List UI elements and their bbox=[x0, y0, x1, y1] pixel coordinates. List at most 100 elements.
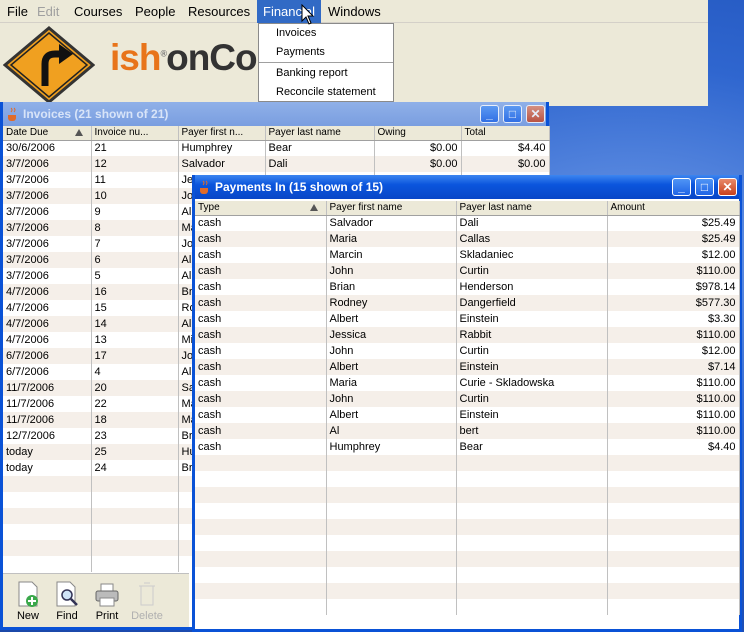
menu-courses[interactable]: Courses bbox=[68, 0, 128, 23]
payment-table-row[interactable]: cash Jessica Rabbit $110.00 bbox=[195, 327, 740, 343]
invoice-table-cell: 3/7/2006 bbox=[3, 156, 92, 172]
payment-table-cell: cash bbox=[195, 359, 327, 375]
payment-table-row[interactable]: cash Rodney Dangerfield $577.30 bbox=[195, 295, 740, 311]
new-button[interactable]: New bbox=[9, 580, 47, 622]
invoice-table-cell: 22 bbox=[91, 396, 179, 412]
invoices-titlebar[interactable]: Invoices (21 shown of 21) _ □ ✕ bbox=[3, 102, 546, 126]
invoice-table-cell: 10 bbox=[91, 188, 179, 204]
payment-column-header[interactable]: Type bbox=[195, 201, 327, 216]
invoice-column-header[interactable]: Date Due bbox=[3, 126, 92, 141]
invoice-column-header[interactable]: Payer last name bbox=[265, 126, 375, 141]
payment-table-cell: John bbox=[326, 391, 457, 407]
invoice-table-cell: 21 bbox=[91, 140, 179, 156]
payment-table-row[interactable]: cash John Curtin $12.00 bbox=[195, 343, 740, 359]
payment-column-header[interactable]: Amount bbox=[607, 201, 740, 216]
payment-table-row[interactable]: cash Albert Einstein $7.14 bbox=[195, 359, 740, 375]
menu-item-reconcile-statement[interactable]: Reconcile statement bbox=[259, 83, 393, 102]
menu-item-payments[interactable]: Payments bbox=[259, 43, 393, 62]
payment-table-cell: cash bbox=[195, 279, 327, 295]
payment-column-header[interactable]: Payer last name bbox=[456, 201, 608, 216]
invoice-table-cell: 3/7/2006 bbox=[3, 172, 92, 188]
close-button[interactable]: ✕ bbox=[718, 178, 737, 196]
maximize-button[interactable]: □ bbox=[503, 105, 522, 123]
payment-table-cell: Curtin bbox=[456, 391, 608, 407]
invoice-table-cell: 7 bbox=[91, 236, 179, 252]
payment-table-cell bbox=[456, 487, 608, 503]
invoice-column-header[interactable]: Payer first n... bbox=[178, 126, 266, 141]
invoice-table-cell: 4/7/2006 bbox=[3, 316, 92, 332]
maximize-button[interactable]: □ bbox=[695, 178, 714, 196]
invoice-table-cell: 6/7/2006 bbox=[3, 348, 92, 364]
invoice-table-row[interactable]: 30/6/2006 21 Humphrey Bear $0.00 $4.40 bbox=[3, 140, 550, 156]
invoice-column-header[interactable]: Total bbox=[461, 126, 550, 141]
payment-table-cell: cash bbox=[195, 295, 327, 311]
payment-table-cell: cash bbox=[195, 375, 327, 391]
payment-table-cell bbox=[195, 535, 327, 551]
payment-column-header[interactable]: Payer first name bbox=[326, 201, 457, 216]
financial-dropdown: Invoices Payments Banking report Reconci… bbox=[258, 23, 394, 102]
invoice-table-cell bbox=[91, 524, 179, 540]
payment-table-cell: Maria bbox=[326, 231, 457, 247]
payment-table-row[interactable]: cash Albert Einstein $3.30 bbox=[195, 311, 740, 327]
payments-titlebar[interactable]: Payments In (15 shown of 15) _ □ ✕ bbox=[195, 175, 739, 199]
payment-table-cell: cash bbox=[195, 391, 327, 407]
invoice-column-header[interactable]: Owing bbox=[374, 126, 462, 141]
payment-table-cell: $110.00 bbox=[607, 327, 740, 343]
find-button[interactable]: Find bbox=[48, 580, 86, 622]
minimize-button[interactable]: _ bbox=[672, 178, 691, 196]
invoice-table-cell: today bbox=[3, 444, 92, 460]
payment-table-cell: cash bbox=[195, 215, 327, 231]
close-button[interactable]: ✕ bbox=[526, 105, 545, 123]
payment-table-row[interactable]: cash Humphrey Bear $4.40 bbox=[195, 439, 740, 455]
menu-windows[interactable]: Windows bbox=[322, 0, 387, 23]
invoice-column-header[interactable]: Invoice nu... bbox=[91, 126, 179, 141]
payment-table-cell: Salvador bbox=[326, 215, 457, 231]
payment-table-cell bbox=[195, 551, 327, 567]
payment-table-cell: Curie - Skladowska bbox=[456, 375, 608, 391]
payment-table-row[interactable]: cash Albert Einstein $110.00 bbox=[195, 407, 740, 423]
payment-table-cell bbox=[456, 551, 608, 567]
menu-resources[interactable]: Resources bbox=[182, 0, 256, 23]
invoice-table-cell: 11/7/2006 bbox=[3, 412, 92, 428]
payment-table-row[interactable]: cash John Curtin $110.00 bbox=[195, 263, 740, 279]
menu-item-banking-report[interactable]: Banking report bbox=[259, 64, 393, 83]
payment-table-cell: $7.14 bbox=[607, 359, 740, 375]
new-document-icon bbox=[18, 581, 38, 607]
invoice-table-cell bbox=[3, 540, 92, 556]
payment-table-cell: $3.30 bbox=[607, 311, 740, 327]
payment-table-cell: $4.40 bbox=[607, 439, 740, 455]
payment-table-cell: Albert bbox=[326, 407, 457, 423]
payment-table-row[interactable]: cash Salvador Dali $25.49 bbox=[195, 215, 740, 231]
invoice-table-cell: $0.00 bbox=[461, 156, 550, 172]
payment-table-row[interactable]: cash Al bert $110.00 bbox=[195, 423, 740, 439]
invoice-table-cell: 30/6/2006 bbox=[3, 140, 92, 156]
payment-table-cell: $978.14 bbox=[607, 279, 740, 295]
menu-people[interactable]: People bbox=[129, 0, 181, 23]
payment-table-row[interactable]: cash Brian Henderson $978.14 bbox=[195, 279, 740, 295]
payment-table-row[interactable]: cash John Curtin $110.00 bbox=[195, 391, 740, 407]
invoice-table-cell: Salvador bbox=[178, 156, 266, 172]
payment-table-row[interactable]: cash Maria Curie - Skladowska $110.00 bbox=[195, 375, 740, 391]
payment-table-row[interactable]: cash Maria Callas $25.49 bbox=[195, 231, 740, 247]
print-button[interactable]: Print bbox=[88, 580, 126, 622]
payment-table-cell: Callas bbox=[456, 231, 608, 247]
payment-table-cell bbox=[607, 503, 740, 519]
menu-item-invoices[interactable]: Invoices bbox=[259, 24, 393, 43]
payment-table-cell: $110.00 bbox=[607, 263, 740, 279]
menu-file[interactable]: File bbox=[1, 0, 34, 23]
invoice-table-row[interactable]: 3/7/2006 12 Salvador Dali $0.00 $0.00 bbox=[3, 156, 550, 172]
invoice-table-cell: 4/7/2006 bbox=[3, 332, 92, 348]
payment-table-cell: Curtin bbox=[456, 263, 608, 279]
invoice-table-cell: today bbox=[3, 460, 92, 476]
payment-table-row[interactable]: cash Marcin Skladaniec $12.00 bbox=[195, 247, 740, 263]
invoice-table-cell: 4/7/2006 bbox=[3, 284, 92, 300]
payment-table-cell bbox=[456, 455, 608, 471]
sort-ascending-icon bbox=[74, 129, 83, 136]
invoice-table-cell: 3/7/2006 bbox=[3, 236, 92, 252]
brand-ish: ish bbox=[110, 37, 161, 78]
payment-table-cell: $25.49 bbox=[607, 215, 740, 231]
invoice-table-cell bbox=[3, 524, 92, 540]
minimize-button[interactable]: _ bbox=[480, 105, 499, 123]
invoice-table-cell bbox=[91, 508, 179, 524]
payment-table-cell bbox=[326, 519, 457, 535]
